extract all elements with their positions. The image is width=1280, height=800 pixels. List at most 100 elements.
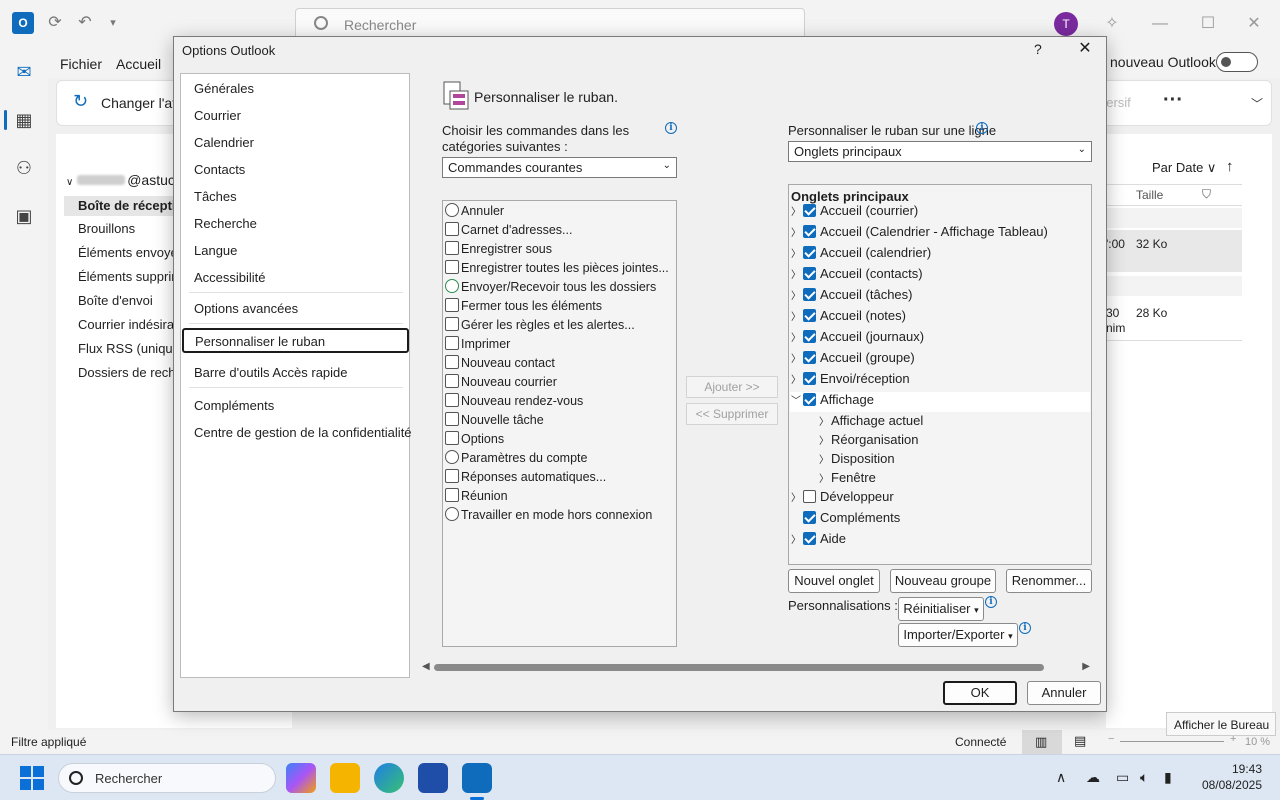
edge-icon[interactable] xyxy=(374,763,404,793)
reset-button[interactable]: Réinitialiser ▾ xyxy=(898,597,984,621)
chevron-right-icon[interactable]: 〉 xyxy=(791,489,803,504)
folder-outbox[interactable]: Boîte d'envoi xyxy=(78,293,153,308)
account-header[interactable]: ∨ @astuc xyxy=(66,172,175,188)
list-item[interactable]: Réunion xyxy=(445,488,508,507)
new-group-button[interactable]: Nouveau groupe xyxy=(890,569,996,593)
list-item[interactable]: Annuler xyxy=(445,203,504,222)
category-calendrier[interactable]: Calendrier xyxy=(194,135,254,150)
tree-node[interactable]: 〉 Aide xyxy=(791,531,846,551)
chevron-right-icon[interactable]: 〉 xyxy=(819,451,831,466)
menu-fichier[interactable]: Fichier xyxy=(60,56,102,72)
list-item[interactable]: Nouveau contact xyxy=(445,355,555,374)
folder-inbox[interactable]: Boîte de réception xyxy=(64,196,191,216)
tree-node[interactable]: 〉 Accueil (groupe) xyxy=(791,350,915,370)
tree-node[interactable]: 〉 Envoi/réception xyxy=(791,371,910,391)
folder-deleted[interactable]: Éléments supprim xyxy=(78,269,182,284)
clock[interactable]: 19:43 08/08/2025 xyxy=(1200,761,1262,793)
store-icon[interactable] xyxy=(418,763,448,793)
folder-junk[interactable]: Courrier indésirab xyxy=(78,317,181,332)
tab-checkbox[interactable] xyxy=(803,490,816,503)
scroll-left-icon[interactable]: ◀ xyxy=(422,661,430,672)
chevron-right-icon[interactable]: 〉 xyxy=(791,329,803,344)
chevron-right-icon[interactable]: 〉 xyxy=(819,413,831,428)
commands-source-select[interactable]: Commandes courantes ⌄ xyxy=(442,157,677,178)
chevron-right-icon[interactable]: 〉 xyxy=(791,287,803,302)
sort-by-date-button[interactable]: Par Date ∨ xyxy=(1152,160,1216,176)
new-tab-button[interactable]: Nouvel onglet xyxy=(788,569,880,593)
chevron-right-icon[interactable]: 〉 xyxy=(819,432,831,447)
onedrive-icon[interactable]: ☁ xyxy=(1086,769,1100,786)
category-personnaliser-ruban[interactable]: Personnaliser le ruban xyxy=(182,328,409,353)
commands-list[interactable]: Annuler Carnet d'adresses... Enregistrer… xyxy=(442,200,677,647)
tree-node[interactable]: 〉 Accueil (calendrier) xyxy=(791,245,931,265)
rename-button[interactable]: Renommer... xyxy=(1006,569,1092,593)
chevron-down-icon[interactable]: ﹀ xyxy=(791,392,803,407)
list-item[interactable]: Enregistrer toutes les pièces jointes... xyxy=(445,260,669,279)
chevron-right-icon[interactable]: 〉 xyxy=(791,350,803,365)
close-icon[interactable]: ✕ xyxy=(1074,39,1096,59)
horizontal-scrollbar[interactable]: ◀ ▶ xyxy=(420,659,1100,675)
taskbar-search[interactable]: Rechercher xyxy=(58,763,276,793)
apps-icon[interactable]: ▣ xyxy=(12,204,36,228)
category-contacts[interactable]: Contacts xyxy=(194,162,245,177)
filter-icon[interactable]: ⛉ xyxy=(1202,187,1211,202)
help-button[interactable]: ? xyxy=(1034,41,1042,57)
zoom-slider[interactable] xyxy=(1120,741,1224,742)
tab-checkbox[interactable] xyxy=(803,309,816,322)
category-confidentialite[interactable]: Centre de gestion de la confidentialité xyxy=(194,425,412,440)
tree-child-node[interactable]: 〉 Fenêtre xyxy=(819,470,876,490)
scrollbar-thumb[interactable] xyxy=(434,664,1044,671)
add-button[interactable]: Ajouter >> xyxy=(686,376,778,398)
sort-direction-icon[interactable]: ↑ xyxy=(1226,158,1234,175)
list-item[interactable]: Travailler en mode hors connexion xyxy=(445,507,652,526)
tree-node[interactable]: 〉 Accueil (notes) xyxy=(791,308,906,328)
tab-checkbox[interactable] xyxy=(803,532,816,545)
network-icon[interactable]: ▭ xyxy=(1116,769,1129,786)
list-item[interactable]: Paramètres du compte xyxy=(445,450,587,469)
tree-node[interactable]: 〉 Accueil (courrier) xyxy=(791,203,918,223)
list-item[interactable]: Imprimer xyxy=(445,336,510,355)
tab-checkbox[interactable] xyxy=(803,288,816,301)
undo-icon[interactable]: ↶ xyxy=(76,14,94,32)
tab-checkbox[interactable] xyxy=(803,372,816,385)
chevron-right-icon[interactable]: 〉 xyxy=(791,245,803,260)
avatar[interactable]: T xyxy=(1054,12,1078,36)
tree-node[interactable]: 〉 Accueil (tâches) xyxy=(791,287,912,307)
category-acces-rapide[interactable]: Barre d'outils Accès rapide xyxy=(194,365,348,380)
tab-checkbox[interactable] xyxy=(803,330,816,343)
category-accessibilite[interactable]: Accessibilité xyxy=(194,270,266,285)
tree-child-node[interactable]: 〉 Réorganisation xyxy=(819,432,918,452)
change-view-button[interactable]: Changer l'aff xyxy=(101,95,180,111)
list-item[interactable]: Gérer les règles et les alertes... xyxy=(445,317,635,336)
category-generales[interactable]: Générales xyxy=(194,81,254,96)
info-icon[interactable]: i xyxy=(976,122,988,134)
more-options-icon[interactable]: ··· xyxy=(1163,89,1183,112)
chevron-right-icon[interactable]: 〉 xyxy=(819,470,831,485)
battery-icon[interactable]: ▮ xyxy=(1164,769,1172,786)
tree-node[interactable]: 〉 Accueil (Calendrier - Affichage Tableau… xyxy=(791,224,1048,244)
mail-icon[interactable]: ✉ xyxy=(12,60,36,84)
list-item[interactable]: Carnet d'adresses... xyxy=(445,222,572,241)
ribbon-collapse-icon[interactable]: ﹀ xyxy=(1251,95,1263,112)
list-item[interactable]: ':00 32 Ko xyxy=(1106,230,1242,272)
list-item[interactable]: Réponses automatiques... xyxy=(445,469,606,488)
tree-child-node[interactable]: 〉 Affichage actuel xyxy=(819,413,923,433)
list-item[interactable]: Fermer tous les éléments xyxy=(445,298,602,317)
chevron-right-icon[interactable]: 〉 xyxy=(791,224,803,239)
tab-checkbox[interactable] xyxy=(803,204,816,217)
tab-checkbox[interactable] xyxy=(803,393,816,406)
import-export-button[interactable]: Importer/Exporter ▾ xyxy=(898,623,1018,647)
tree-child-node[interactable]: 〉 Disposition xyxy=(819,451,895,471)
remove-button[interactable]: << Supprimer xyxy=(686,403,778,425)
list-item[interactable]: Nouveau courrier xyxy=(445,374,557,393)
chevron-right-icon[interactable]: 〉 xyxy=(791,371,803,386)
copilot-icon[interactable] xyxy=(286,763,316,793)
show-hidden-icons[interactable]: ∧ xyxy=(1056,769,1066,786)
calendar-icon[interactable]: ▦ xyxy=(12,108,36,132)
sync-icon[interactable]: ⟳ xyxy=(46,14,64,32)
tree-node[interactable]: 〉 Accueil (journaux) xyxy=(791,329,924,349)
tree-node[interactable]: 〉 Accueil (contacts) xyxy=(791,266,923,286)
category-complements[interactable]: Compléments xyxy=(194,398,274,413)
windows-start-icon[interactable] xyxy=(20,766,44,790)
menu-accueil[interactable]: Accueil xyxy=(116,56,161,72)
